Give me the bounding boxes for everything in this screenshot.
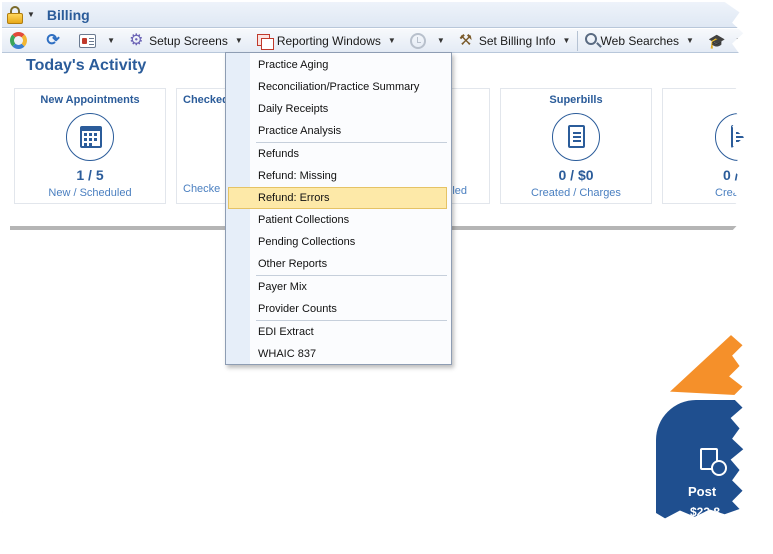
document-icon (568, 125, 585, 148)
card-icon-circle (552, 113, 600, 161)
card-icon-circle (715, 113, 745, 161)
set-billing-info-label: Set Billing Info (478, 33, 556, 48)
history-button[interactable]: ▼ (406, 30, 449, 52)
reporting-windows-button[interactable]: Reporting Windows ▼ (253, 30, 400, 52)
menu-item-edi-extract[interactable]: EDI Extract (226, 321, 451, 343)
new-appointments-card[interactable]: New Appointments 1 / 5 New / Scheduled (14, 88, 166, 204)
post-value: $23,8 (690, 505, 721, 519)
card-icon-circle (66, 113, 114, 161)
search-icon (584, 33, 597, 45)
contact-card-icon (79, 33, 97, 48)
menu-item-other-reports[interactable]: Other Reports (226, 253, 451, 275)
tools-icon: ⚒ (458, 31, 473, 49)
chevron-down-icon[interactable]: ▼ (735, 36, 743, 45)
chevron-down-icon[interactable]: ▼ (107, 36, 115, 45)
chevron-down-icon[interactable]: ▼ (563, 36, 571, 45)
post-tile[interactable]: Post $23,8 (656, 400, 745, 519)
calendar-icon (80, 126, 102, 148)
post-label: Post (688, 484, 717, 499)
chevron-down-icon[interactable]: ▼ (437, 36, 445, 45)
chevron-down-icon[interactable]: ▼ (27, 10, 35, 19)
menu-item-daily-receipts[interactable]: Daily Receipts (226, 98, 451, 120)
card-value: 0 / $ (723, 167, 747, 183)
menu-item-payer-mix[interactable]: Payer Mix (226, 276, 451, 298)
chevron-down-icon[interactable]: ▼ (235, 36, 243, 45)
title-bar: ▼ Billing (2, 2, 745, 28)
windows-icon (256, 33, 274, 50)
web-searches-label: Web Searches (600, 33, 680, 48)
claims-card[interactable]: Cl 0 / $ Create (662, 88, 747, 204)
menu-item-pending-collections[interactable]: Pending Collections (226, 231, 451, 253)
history-icon (409, 32, 426, 49)
menu-item-refunds[interactable]: Refunds (226, 143, 451, 165)
menu-item-provider-counts[interactable]: Provider Counts (226, 298, 451, 320)
lock-icon[interactable] (7, 5, 23, 24)
card-title: New Appointments (40, 94, 140, 106)
menu-item-practice-aging[interactable]: Practice Aging (226, 54, 451, 76)
ring-chart-icon (10, 32, 27, 49)
post-document-icon (700, 448, 727, 476)
screenshot-frame: ▼ Billing ⟳ ▼ ⚙ Setup Screens ▼ Reporting … (2, 2, 747, 519)
window-title: Billing (46, 6, 90, 23)
chevron-down-icon[interactable]: ▼ (686, 36, 694, 45)
setup-screens-label: Setup Screens (149, 33, 228, 48)
card-subtitle: Create (715, 187, 747, 199)
reporting-windows-label: Reporting Windows (276, 33, 381, 48)
dashboard-button[interactable] (6, 30, 35, 52)
card-value: 1 / 5 (76, 167, 104, 183)
document-icon (731, 125, 745, 148)
setup-screens-button[interactable]: ⚙ Setup Screens ▼ (125, 30, 247, 52)
card-title: Superbills (549, 94, 603, 106)
menu-item-refund-missing[interactable]: Refund: Missing (226, 165, 451, 187)
set-billing-info-button[interactable]: ⚒ Set Billing Info ▼ (455, 30, 575, 52)
menu-item-whaic-837[interactable]: WHAIC 837 (226, 343, 451, 365)
menu-item-reconciliation-practice-summary[interactable]: Reconciliation/Practice Summary (226, 76, 451, 98)
chevron-down-icon[interactable]: ▼ (388, 36, 396, 45)
refresh-icon: ⟳ (46, 31, 60, 49)
menu-item-practice-analysis[interactable]: Practice Analysis (226, 120, 451, 142)
refresh-button[interactable]: ⟳ (41, 30, 69, 52)
superbills-card[interactable]: Superbills 0 / $0 Created / Charges (500, 88, 652, 204)
reporting-windows-menu: Practice Aging Reconciliation/Practice Su… (225, 52, 452, 365)
contact-card-button[interactable]: ▼ (75, 30, 119, 52)
page-title: Today's Activity (26, 57, 147, 74)
toolbar: ⟳ ▼ ⚙ Setup Screens ▼ Reporting Windows ▼ ▼… (2, 29, 745, 53)
training-button[interactable]: 🎓 ▼ (704, 30, 744, 52)
web-searches-button[interactable]: Web Searches ▼ (581, 30, 698, 52)
graduation-cap-icon: 🎓 (708, 32, 726, 49)
menu-item-patient-collections[interactable]: Patient Collections (226, 209, 451, 231)
card-value: 0 / $0 (558, 167, 594, 183)
card-subtitle: New / Scheduled (48, 187, 132, 199)
gear-icon: ⚙ (129, 31, 144, 49)
menu-item-refund-errors[interactable]: Refund: Errors (228, 187, 447, 209)
card-subtitle: Created / Charges (531, 187, 621, 199)
card-title: Cl (715, 94, 744, 106)
chart-wedge (670, 272, 745, 402)
menu-items: Practice Aging Reconciliation/Practice Su… (226, 54, 451, 365)
